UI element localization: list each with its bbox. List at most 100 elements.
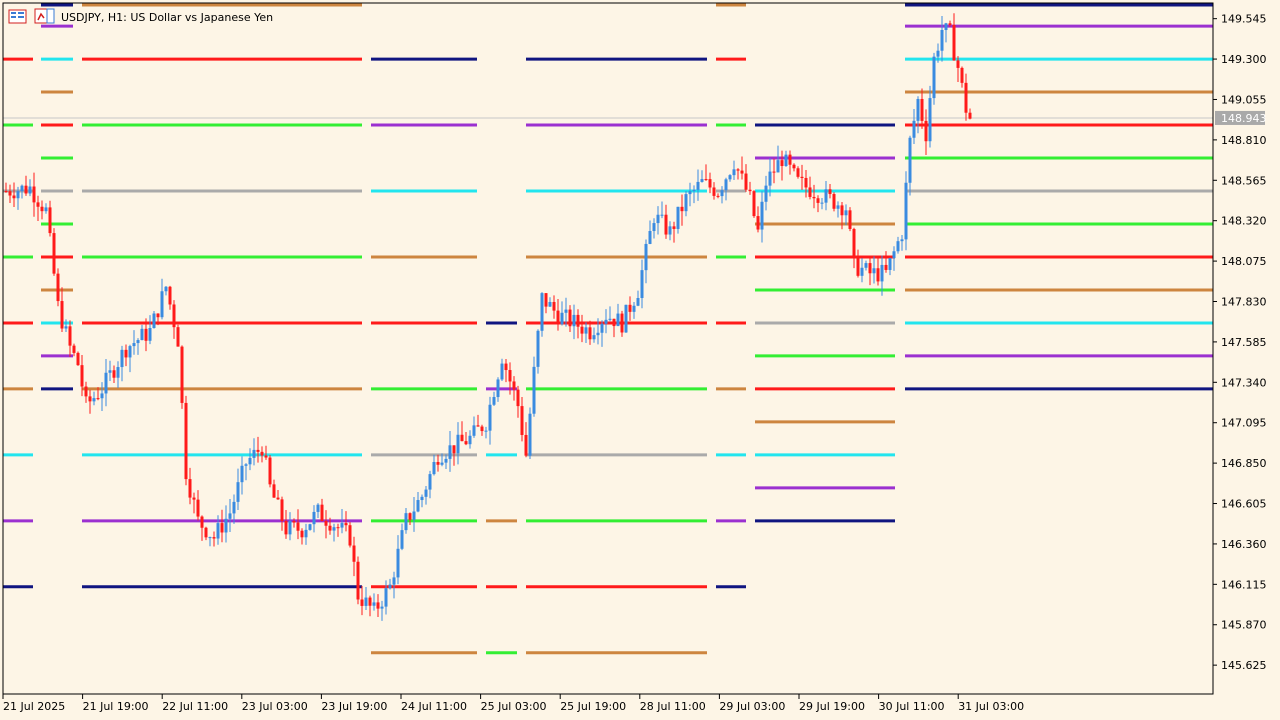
- candle: [832, 192, 836, 212]
- candle-body: [968, 112, 972, 119]
- x-tick-label: 23 Jul 03:00: [242, 700, 308, 713]
- candle-body: [696, 181, 700, 190]
- candle-body: [260, 451, 264, 456]
- candle-body: [708, 179, 712, 188]
- candle-body: [32, 186, 36, 203]
- candle-body: [208, 537, 212, 539]
- candle-body: [196, 499, 200, 517]
- candle-body: [840, 205, 844, 216]
- candle-body: [180, 346, 184, 403]
- candle-body: [584, 327, 588, 334]
- candle-body: [492, 397, 496, 405]
- candle-body: [452, 445, 456, 454]
- window-list-icon[interactable]: [8, 9, 27, 24]
- candle-body: [512, 381, 516, 390]
- candle-body: [772, 171, 776, 173]
- candle-body: [296, 522, 300, 531]
- candle: [356, 556, 360, 605]
- candlestick-chart[interactable]: 149.545 149.300 149.055 148.810 148.565 148.3…: [0, 0, 1280, 720]
- candle-body: [764, 185, 768, 202]
- candle-body: [932, 56, 936, 99]
- candle-body: [912, 120, 916, 138]
- candle-body: [520, 406, 524, 435]
- chart-window[interactable]: 149.545 149.300 149.055 148.810 148.565 148.3…: [0, 0, 1280, 720]
- y-tick-label: 148.810: [1221, 134, 1267, 147]
- candle-body: [192, 497, 196, 500]
- candle-body: [116, 367, 120, 378]
- chart-title: USDJPY, H1: US Dollar vs Japanese Yen: [61, 11, 273, 24]
- candle-body: [832, 194, 836, 209]
- candle-body: [920, 98, 924, 121]
- candle-body: [568, 309, 572, 327]
- candle-body: [36, 202, 40, 207]
- candle: [528, 407, 532, 459]
- candle-body: [152, 313, 156, 329]
- candle-body: [768, 171, 772, 186]
- candle-body: [872, 268, 876, 274]
- x-tick-label: 30 Jul 11:00: [879, 700, 945, 713]
- candle: [184, 395, 188, 486]
- candle-body: [588, 327, 592, 340]
- candle-body: [856, 255, 860, 276]
- candle-body: [272, 484, 276, 498]
- candle-body: [552, 301, 556, 311]
- candle-body: [200, 516, 204, 528]
- candle-body: [424, 489, 428, 497]
- candle-body: [592, 335, 596, 340]
- y-tick-label: 149.055: [1221, 93, 1267, 106]
- y-tick-label: 145.870: [1221, 619, 1267, 632]
- candle-body: [360, 599, 364, 606]
- candle-body: [108, 370, 112, 373]
- candle-body: [292, 521, 296, 523]
- candle-body: [96, 398, 100, 400]
- candle-body: [144, 328, 148, 341]
- candle-body: [880, 264, 884, 282]
- candle-body: [148, 328, 152, 341]
- candle: [932, 52, 936, 105]
- candle-body: [440, 462, 444, 465]
- candle-body: [256, 449, 260, 452]
- x-tick-label: 24 Jul 11:00: [401, 700, 467, 713]
- candle-body: [904, 182, 908, 240]
- candle-body: [84, 386, 88, 397]
- candle-body: [268, 457, 272, 485]
- current-price-label: 148.943: [1221, 112, 1267, 125]
- candle-body: [580, 326, 584, 334]
- candle-body: [888, 258, 892, 270]
- candle-body: [4, 191, 8, 193]
- candle-body: [488, 404, 492, 431]
- y-tick-label: 148.320: [1221, 215, 1267, 228]
- candle-body: [700, 179, 704, 182]
- candle-body: [656, 214, 660, 224]
- candle-body: [104, 372, 108, 394]
- candle-body: [820, 202, 824, 204]
- candle-body: [472, 425, 476, 436]
- candle: [348, 522, 352, 548]
- candle-body: [816, 198, 820, 203]
- candle-body: [796, 168, 800, 177]
- chart-settings-icon[interactable]: [34, 8, 55, 24]
- candle-body: [160, 291, 164, 318]
- candle-body: [316, 504, 320, 512]
- candle-body: [784, 154, 788, 167]
- candle-body: [924, 120, 928, 142]
- candle-body: [776, 160, 780, 173]
- candle-body: [556, 310, 560, 325]
- candle-body: [760, 201, 764, 230]
- x-tick-label: 29 Jul 19:00: [799, 700, 865, 713]
- candle-body: [312, 511, 316, 525]
- candle-body: [652, 223, 656, 232]
- candle-body: [244, 464, 248, 466]
- candle-body: [692, 189, 696, 192]
- candle-body: [240, 465, 244, 483]
- candle-body: [88, 396, 92, 402]
- candle-body: [340, 523, 344, 528]
- candle-body: [476, 425, 480, 427]
- candle-body: [72, 345, 76, 353]
- candle-body: [420, 496, 424, 501]
- candle-body: [704, 179, 708, 181]
- candle-body: [484, 430, 488, 432]
- candle-body: [128, 346, 132, 358]
- candle-body: [168, 286, 172, 305]
- candle-body: [480, 426, 484, 432]
